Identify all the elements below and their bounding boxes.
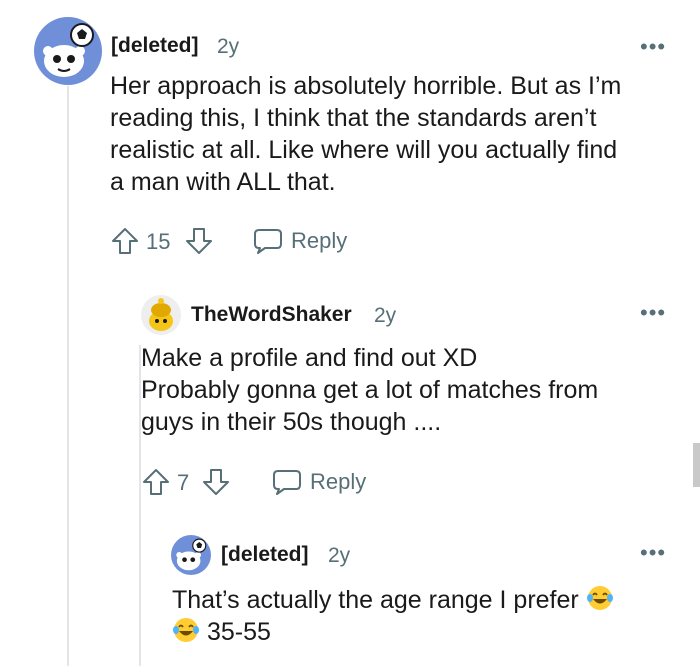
comment-text: That’s actually the age range I prefer xyxy=(172,586,579,614)
username[interactable]: [deleted] xyxy=(111,34,199,58)
comment-text-line: a man with ALL that. xyxy=(110,168,336,196)
user-avatar[interactable] xyxy=(171,535,211,575)
username[interactable]: [deleted] xyxy=(221,543,309,567)
comment-text-line: guys in their 50s though .... xyxy=(141,408,442,436)
downvote-icon[interactable] xyxy=(201,467,231,497)
thread-line-1 xyxy=(67,86,69,666)
comment-age: 2y xyxy=(374,304,397,327)
speech-bubble-icon xyxy=(273,470,301,495)
user-avatar[interactable] xyxy=(34,17,102,85)
user-avatar[interactable] xyxy=(141,295,181,335)
vote-score: 15 xyxy=(146,229,171,254)
more-options-button[interactable]: ••• xyxy=(640,542,666,564)
comment-body: Make a profile and find out XD Probably … xyxy=(141,342,598,438)
comment-text-line: Make a profile and find out XD xyxy=(141,344,478,372)
more-options-button[interactable]: ••• xyxy=(640,302,666,324)
username[interactable]: TheWordShaker xyxy=(191,303,352,327)
comment-age: 2y xyxy=(328,544,351,567)
reply-button[interactable]: Reply xyxy=(272,468,366,496)
vote-score: 7 xyxy=(177,470,190,495)
snoo-yellow-avatar-icon xyxy=(141,295,181,335)
snoo-soccer-avatar-icon xyxy=(176,538,207,571)
comment-text-line: realistic at all. Like where will you ac… xyxy=(110,136,618,164)
upvote-icon[interactable] xyxy=(141,467,171,497)
speech-bubble-icon xyxy=(254,229,282,254)
reply-button[interactable]: Reply xyxy=(253,227,347,255)
reply-label: Reply xyxy=(291,228,348,253)
comment-text-line: Her approach is absolutely horrible. But… xyxy=(110,72,622,100)
comment-text-line: Probably gonna get a lot of matches from xyxy=(141,376,599,404)
comment-body: That’s actually the age range I prefer 3… xyxy=(172,584,614,648)
downvote-icon[interactable] xyxy=(184,226,214,256)
comment-age: 2y xyxy=(217,35,240,58)
comment-body: Her approach is absolutely horrible. But… xyxy=(110,70,621,198)
upvote-icon[interactable] xyxy=(110,226,140,256)
tears-of-joy-emoji-icon xyxy=(586,586,613,610)
comment-text-line: That’s actually the age range I prefer xyxy=(172,584,614,616)
comment-text-line: 35-55 xyxy=(172,616,614,648)
comment-text: 35-55 xyxy=(206,618,271,646)
comment-text-line: reading this, I think that the standards… xyxy=(110,104,597,132)
scrollbar-thumb[interactable] xyxy=(693,443,700,487)
reply-label: Reply xyxy=(310,469,367,494)
more-options-button[interactable]: ••• xyxy=(640,36,666,58)
tears-of-joy-emoji-icon xyxy=(173,618,199,642)
snoo-soccer-avatar-icon xyxy=(43,23,94,77)
